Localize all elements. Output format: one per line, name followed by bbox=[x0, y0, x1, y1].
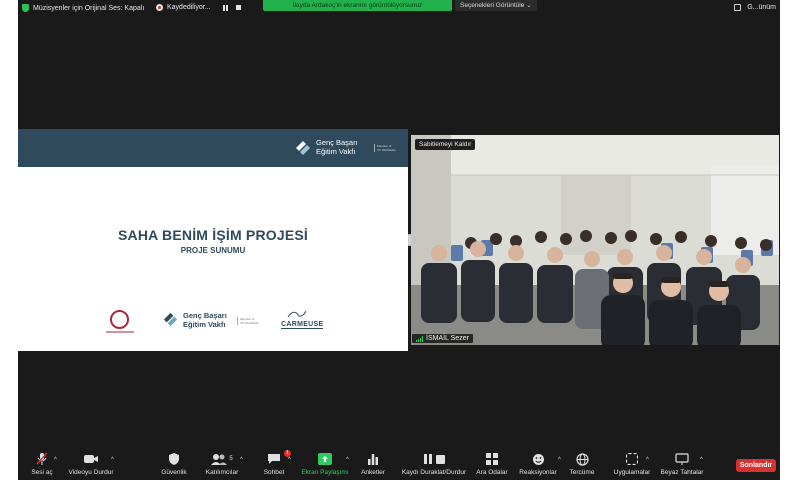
gbev-footer-logo-text: Genç Başarı Eğitim Vakfı bbox=[183, 311, 227, 329]
whiteboard-icon bbox=[675, 453, 689, 465]
participants-options-caret[interactable]: ^ bbox=[240, 457, 243, 463]
breakout-rooms-button[interactable]: Ara Odalar bbox=[476, 452, 508, 476]
end-meeting-button[interactable]: Sonlandır bbox=[736, 459, 776, 472]
reactions-button[interactable]: Reaksiyonlar bbox=[516, 452, 560, 476]
slide-title: SAHA BENİM İŞİM PROJESİ bbox=[118, 227, 308, 243]
whiteboards-label: Beyaz Tahtalar bbox=[660, 469, 704, 476]
footer-member-line2: VK Worldwide bbox=[240, 321, 259, 325]
video-options-caret[interactable]: ^ bbox=[111, 457, 114, 463]
footer-logo-line2: Eğitim Vakfı bbox=[183, 320, 226, 329]
footer-member-of-text: Member of VK Worldwide bbox=[237, 317, 259, 325]
stop-icon bbox=[435, 454, 445, 464]
zoom-meeting-window: Müzisyenler için Orijinal Ses: Kapalı Ka… bbox=[18, 0, 780, 480]
pause-recording-icon[interactable] bbox=[222, 4, 228, 11]
fullscreen-icon[interactable] bbox=[734, 4, 742, 11]
shield-check-icon bbox=[22, 4, 29, 12]
stop-video-button[interactable]: Videoyu Durdur bbox=[66, 452, 116, 476]
logo-line2: Eğitim Vakfı bbox=[316, 147, 356, 156]
unmute-label: Sesi aç bbox=[31, 469, 53, 476]
chat-options-caret[interactable]: ^ bbox=[288, 457, 291, 463]
apps-button[interactable]: Uygulamalar bbox=[612, 452, 652, 476]
top-right-controls: G...ünüm bbox=[734, 4, 776, 11]
logo-line1: Genç Başarı bbox=[316, 138, 358, 147]
polls-bar-chart-icon bbox=[368, 454, 378, 465]
chat-label: Sohbet bbox=[263, 469, 285, 476]
chevron-down-icon: ⌄ bbox=[526, 2, 532, 9]
share-screen-label: Ekran Paylaşımı bbox=[301, 469, 349, 476]
share-options-caret[interactable]: ^ bbox=[346, 457, 349, 463]
participants-count: 5 bbox=[229, 456, 233, 462]
reactions-label: Reaksiyonlar bbox=[519, 469, 557, 476]
security-button[interactable]: Güvenlik bbox=[158, 452, 190, 476]
top-bar: Müzisyenler için Orijinal Ses: Kapalı Ka… bbox=[18, 0, 780, 18]
unmute-button[interactable]: Sesi aç bbox=[28, 452, 56, 476]
stop-recording-icon[interactable] bbox=[235, 5, 241, 10]
polls-label: Anketler bbox=[361, 469, 385, 476]
pause-icon bbox=[423, 454, 432, 464]
breakout-rooms-label: Ara Odalar bbox=[476, 469, 508, 476]
original-sound-label: Müzisyenler için Orijinal Ses: Kapalı bbox=[33, 4, 145, 12]
gbev-footer-logo-icon bbox=[163, 312, 178, 327]
gbev-logo-icon bbox=[296, 141, 310, 155]
carmeuse-swirl-icon bbox=[287, 310, 307, 318]
translate-button[interactable]: Tercüme bbox=[568, 452, 596, 476]
polls-button[interactable]: Anketler bbox=[358, 452, 388, 476]
participant-name: İSMAİL Sezer bbox=[426, 335, 469, 342]
recording-icon bbox=[156, 4, 163, 11]
shared-screen-slide: Genç Başarı Eğitim Vakfı Member of VK Wo… bbox=[18, 129, 408, 351]
share-screen-button[interactable]: Ekran Paylaşımı bbox=[300, 452, 350, 476]
apps-label: Uygulamalar bbox=[613, 469, 651, 476]
apps-options-caret[interactable]: ^ bbox=[646, 457, 649, 463]
share-screen-icon bbox=[318, 453, 332, 465]
security-label: Güvenlik bbox=[161, 469, 187, 476]
translate-label: Tercüme bbox=[569, 469, 595, 476]
pause-stop-recording-button[interactable]: Kaydı Duraklat/Durdur bbox=[400, 452, 468, 476]
stop-video-label: Videoyu Durdur bbox=[68, 469, 114, 476]
reactions-smiley-icon bbox=[532, 453, 544, 465]
apps-icon bbox=[626, 453, 638, 465]
chat-button[interactable]: 1 Sohbet bbox=[260, 450, 291, 476]
gallery-view-button[interactable]: G...ünüm bbox=[747, 4, 776, 11]
recording-label: Kaydediliyor... bbox=[167, 4, 211, 11]
reactions-options-caret[interactable]: ^ bbox=[558, 457, 561, 463]
participant-name-tag: İSMAİL Sezer bbox=[412, 334, 473, 343]
ministry-seal-logo bbox=[110, 310, 129, 329]
globe-icon bbox=[575, 452, 589, 466]
member-of-text: Member of VK Worldwide bbox=[374, 144, 396, 152]
seal-caption-mark bbox=[106, 331, 134, 333]
chat-bubble-icon bbox=[268, 454, 280, 464]
whiteboards-options-caret[interactable]: ^ bbox=[700, 457, 703, 463]
gbev-logo-text: Genç Başarı Eğitim Vakfı bbox=[316, 138, 358, 156]
security-shield-icon bbox=[169, 453, 179, 465]
slide-subtitle: PROJE SUNUMU bbox=[180, 246, 246, 255]
participants-button[interactable]: 5 Katılımcılar bbox=[204, 452, 240, 476]
slide-header-bar: Genç Başarı Eğitim Vakfı Member of VK Wo… bbox=[18, 129, 408, 167]
connection-signal-icon bbox=[416, 335, 423, 342]
carmeuse-logo: CARMEUSE bbox=[281, 321, 324, 329]
screen-share-banner: İlayda Ardakoç'in ekranını görüntülüyors… bbox=[263, 0, 452, 11]
footer-logo-line1: Genç Başarı bbox=[183, 311, 227, 320]
participants-icon bbox=[211, 454, 228, 465]
pause-stop-recording-label: Kaydı Duraklat/Durdur bbox=[401, 469, 467, 476]
video-camera-icon bbox=[84, 455, 98, 463]
view-options-button[interactable]: Seçenekleri Görüntüle ⌄ bbox=[455, 0, 537, 11]
unpin-video-button[interactable]: Sabitlemeyi Kaldır bbox=[415, 139, 476, 150]
microphone-muted-icon bbox=[36, 452, 48, 465]
classroom-video-frame bbox=[411, 135, 779, 345]
whiteboards-button[interactable]: Beyaz Tahtalar bbox=[658, 452, 706, 476]
participants-label: Katılımcılar bbox=[205, 469, 239, 476]
view-options-label: Seçenekleri Görüntüle bbox=[460, 2, 525, 9]
member-line2: VK Worldwide bbox=[377, 148, 396, 152]
chat-unread-badge: 1 bbox=[284, 450, 291, 457]
participant-video-tile[interactable]: Sabitlemeyi Kaldır İSMAİL Sezer bbox=[411, 135, 779, 345]
audio-options-caret[interactable]: ^ bbox=[54, 457, 57, 463]
breakout-rooms-icon bbox=[486, 453, 498, 465]
original-sound-status[interactable]: Müzisyenler için Orijinal Ses: Kapalı bbox=[22, 4, 144, 12]
meeting-toolbar: Sesi aç ^ Videoyu Durdur ^ Güvenlik 5 Ka… bbox=[18, 450, 780, 480]
recording-status: Kaydediliyor... bbox=[156, 4, 241, 11]
